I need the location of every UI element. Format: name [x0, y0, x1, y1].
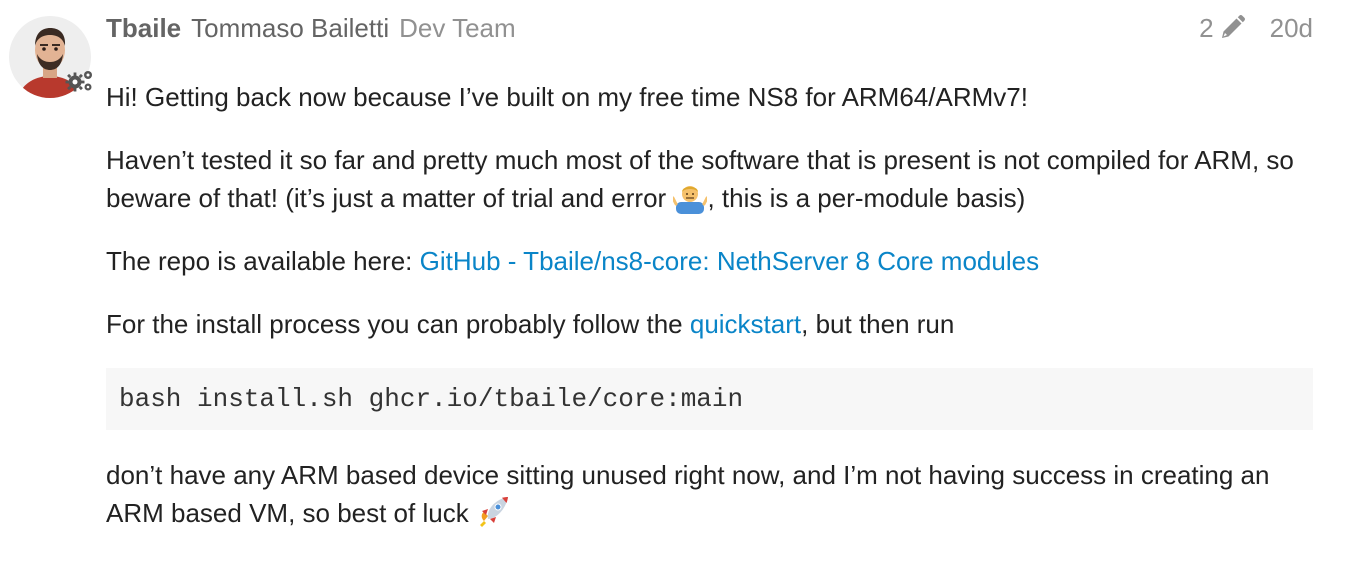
- gears-icon: [65, 71, 92, 92]
- code-block[interactable]: bash install.sh ghcr.io/tbaile/core:main: [106, 368, 1313, 430]
- man-shrugging-emoji: [673, 186, 708, 214]
- rocket-emoji: [479, 497, 508, 527]
- paragraph: The repo is available here: GitHub - Tba…: [106, 242, 1313, 280]
- paragraph: Hi! Getting back now because I’ve built …: [106, 78, 1313, 116]
- paragraph: For the install process you can probably…: [106, 305, 1313, 343]
- post-date-link[interactable]: 20d: [1270, 10, 1313, 46]
- avatar-container[interactable]: [9, 16, 92, 98]
- full-name-link[interactable]: Tommaso Bailetti: [191, 13, 389, 43]
- user-group-link[interactable]: Dev Team: [399, 13, 516, 43]
- forum-post: Tbaile Tommaso Bailetti Dev Team 2 20d Hi!…: [0, 0, 1359, 577]
- paragraph: don’t have any ARM based device sitting …: [106, 456, 1313, 532]
- post-body: Hi! Getting back now because I’ve built …: [106, 78, 1313, 532]
- paragraph-text: , but then run: [801, 309, 955, 339]
- pencil-icon: [1221, 15, 1245, 38]
- quickstart-link[interactable]: quickstart: [690, 309, 801, 339]
- post-header: Tbaile Tommaso Bailetti Dev Team 2 20d: [106, 10, 1313, 46]
- paragraph-text: Hi! Getting back now because I’ve built …: [106, 82, 1028, 112]
- github-repo-link[interactable]: GitHub - Tbaile/ns8-core: NethServer 8 C…: [420, 246, 1039, 276]
- paragraph-text: don’t have any ARM based device sitting …: [106, 460, 1270, 528]
- paragraph-text: , this is a per-module basis): [707, 183, 1026, 213]
- edit-count: 2: [1199, 13, 1214, 43]
- code-text: bash install.sh ghcr.io/tbaile/core:main: [119, 384, 744, 414]
- paragraph-text: For the install process you can probably…: [106, 309, 690, 339]
- paragraph-text: The repo is available here:: [106, 246, 420, 276]
- username-link[interactable]: Tbaile: [106, 13, 181, 43]
- paragraph: Haven’t tested it so far and pretty much…: [106, 141, 1313, 217]
- post-meta: 2 20d: [1199, 10, 1313, 46]
- edit-history-button[interactable]: 2: [1199, 10, 1245, 46]
